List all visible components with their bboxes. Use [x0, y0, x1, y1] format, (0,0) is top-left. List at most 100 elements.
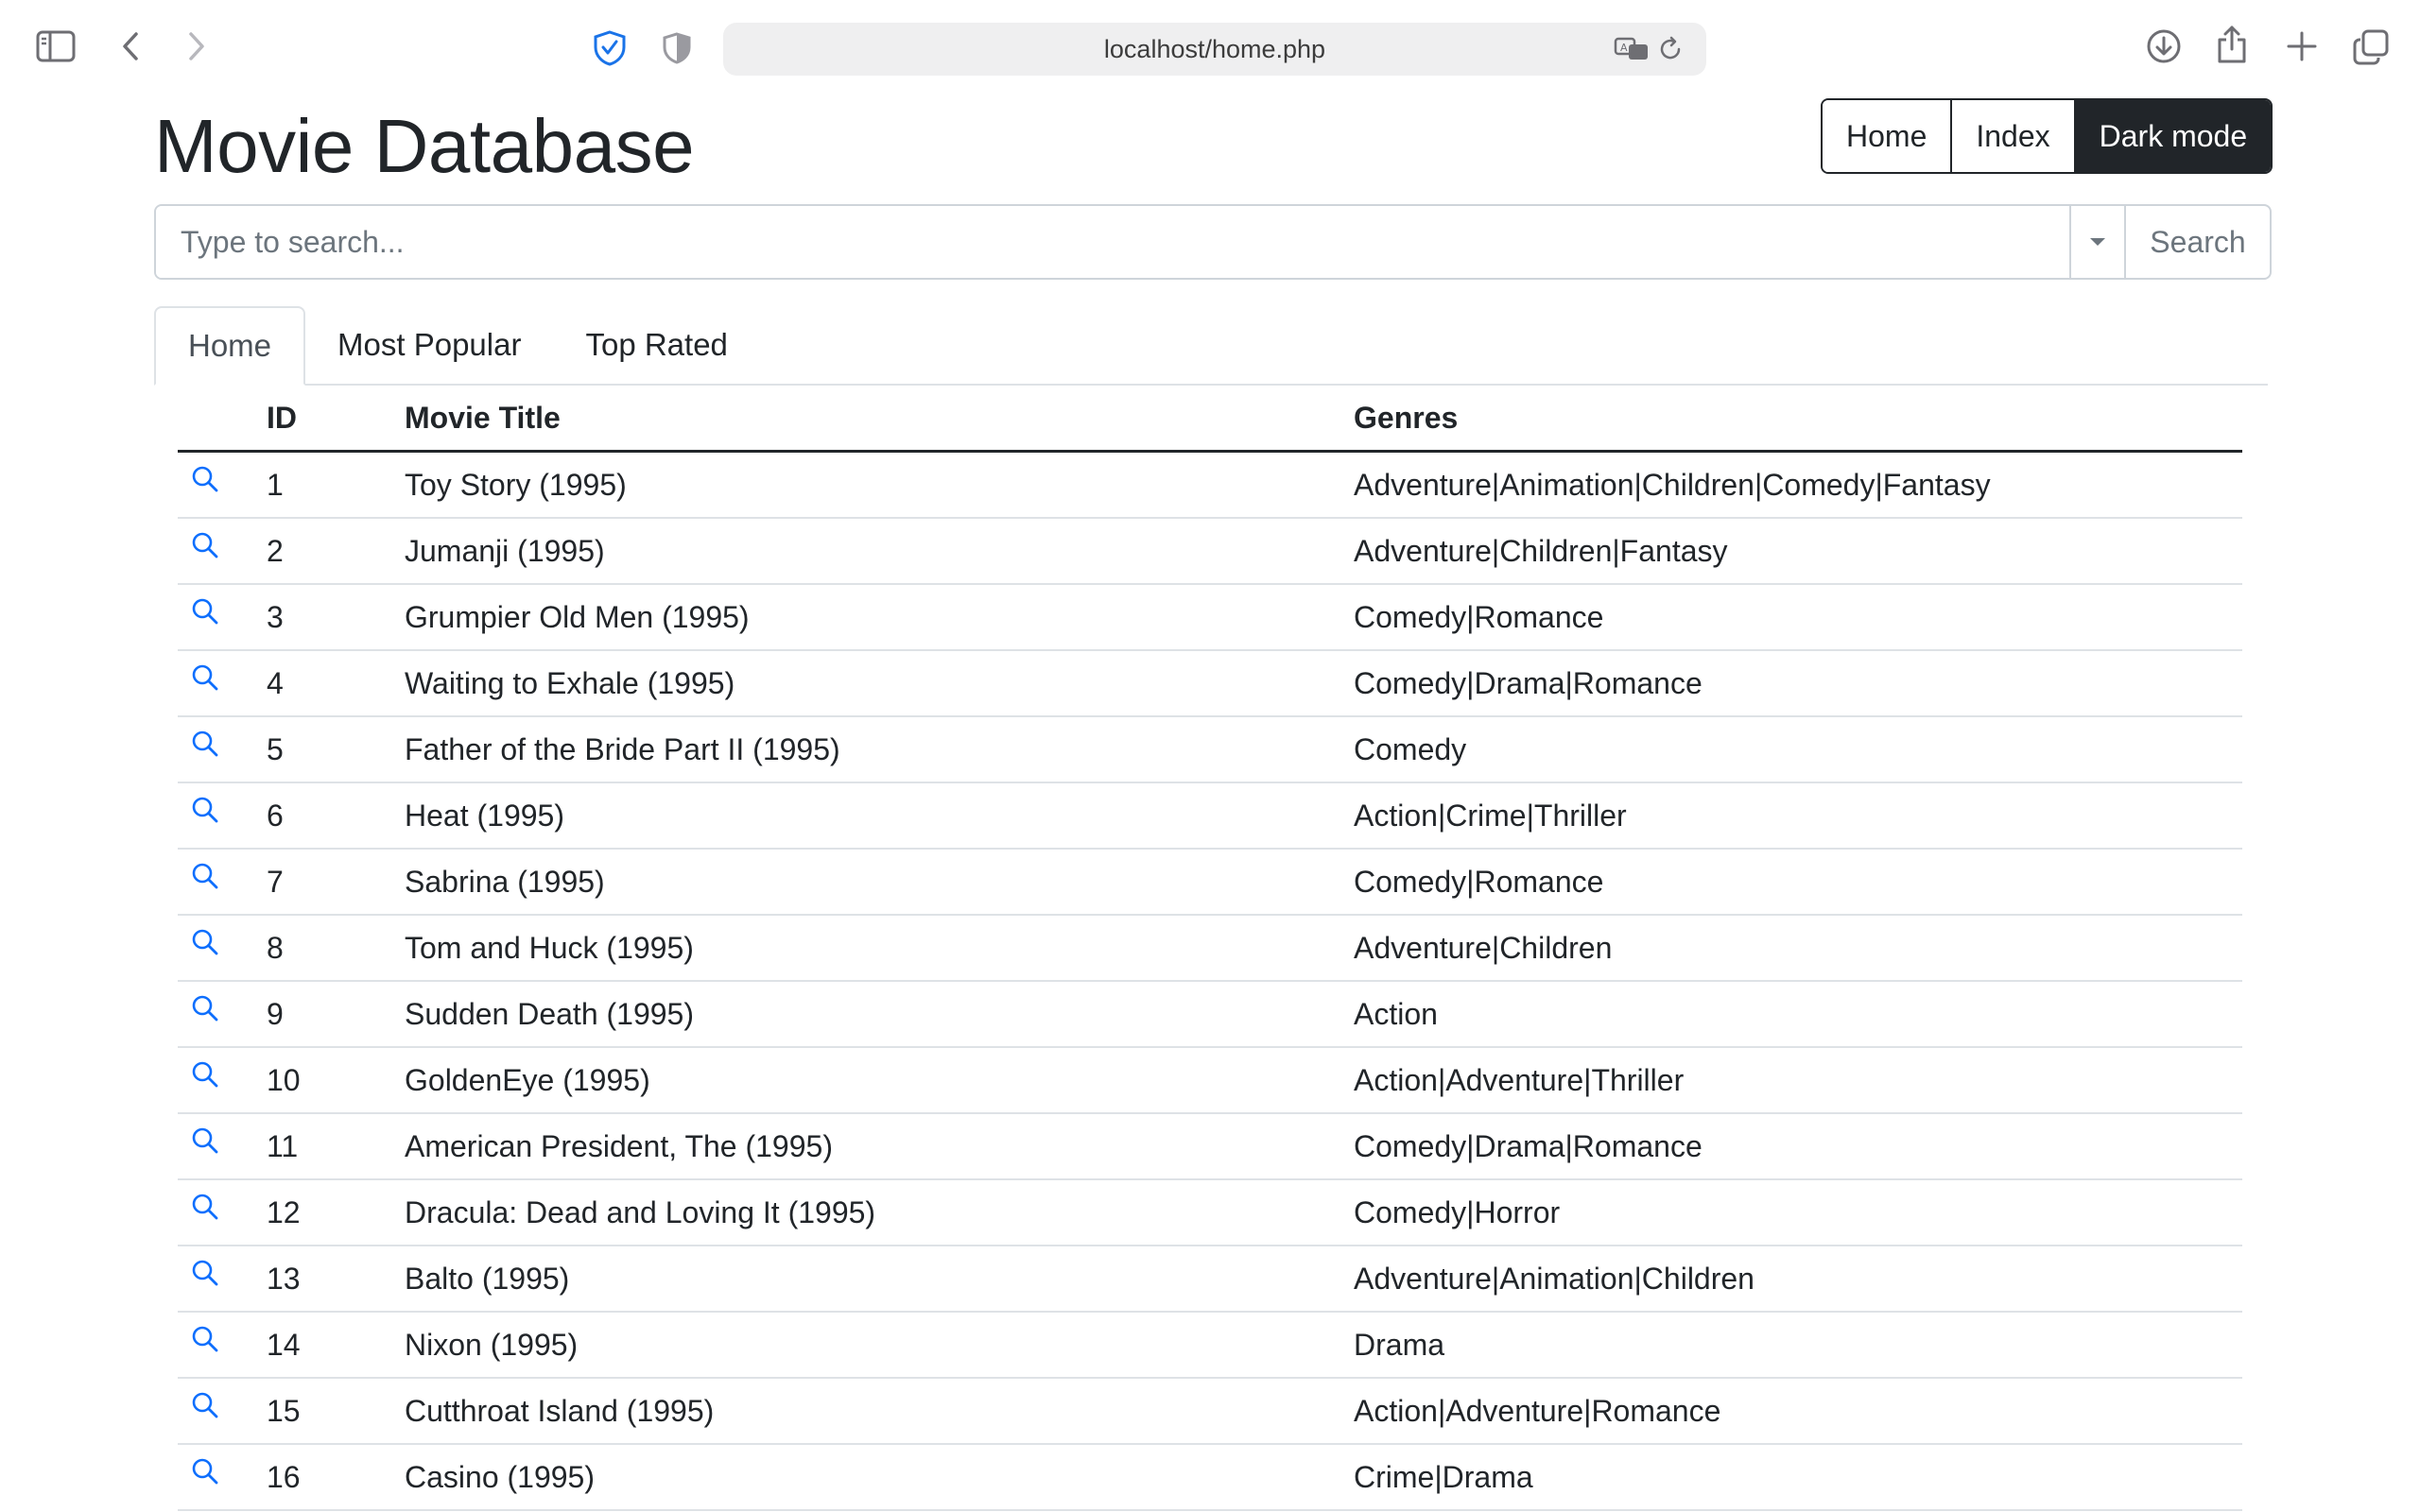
search-icon[interactable] — [191, 1457, 219, 1493]
dark-mode-button[interactable]: Dark mode — [2075, 100, 2272, 172]
table-row: 15 Cutthroat Island (1995) Action|Adventur… — [178, 1378, 2242, 1445]
movie-genres: Adventure|Children — [1354, 915, 2242, 982]
search-icon[interactable] — [191, 796, 219, 832]
row-details-cell — [178, 1444, 267, 1511]
table-row: 7 Sabrina (1995) Comedy|Romance — [178, 849, 2242, 916]
shield-half-icon[interactable] — [662, 32, 692, 64]
search-icon[interactable] — [191, 465, 219, 501]
share-icon[interactable] — [2216, 25, 2248, 64]
index-button[interactable]: Index — [1952, 100, 2076, 172]
search-icon[interactable] — [191, 994, 219, 1030]
table-row: 10 GoldenEye (1995) Action|Adventure|Thril… — [178, 1047, 2242, 1114]
search-bar: Search — [154, 204, 2272, 280]
search-icon[interactable] — [191, 597, 219, 633]
movie-id: 9 — [267, 981, 405, 1048]
table-row: 14 Nixon (1995) Drama — [178, 1312, 2242, 1379]
movie-title: Sudden Death (1995) — [405, 981, 1354, 1048]
movie-title: Waiting to Exhale (1995) — [405, 650, 1354, 717]
sidebar-toggle-icon[interactable] — [36, 30, 76, 62]
tab-overview-icon[interactable] — [2352, 28, 2390, 66]
search-icon[interactable] — [191, 1193, 219, 1228]
home-button[interactable]: Home — [1823, 100, 1953, 172]
caret-down-icon — [2090, 238, 2105, 246]
search-dropdown-toggle[interactable] — [2069, 206, 2124, 278]
movie-title: GoldenEye (1995) — [405, 1047, 1354, 1114]
movie-title: Sabrina (1995) — [405, 849, 1354, 916]
table-row: 2 Jumanji (1995) Adventure|Children|Fantas… — [178, 518, 2242, 585]
movie-id: 11 — [267, 1113, 405, 1180]
movie-title: Heat (1995) — [405, 782, 1354, 850]
table-row: 13 Balto (1995) Adventure|Animation|Childr… — [178, 1246, 2242, 1313]
movie-genres: Adventure|Animation|Children — [1354, 1246, 2242, 1313]
movie-genres: Crime|Drama — [1354, 1444, 2242, 1511]
privacy-shield-icon[interactable] — [593, 30, 627, 66]
url-text: localhost/home.php — [1103, 34, 1326, 63]
movie-genres: Action — [1354, 981, 2242, 1048]
browser-toolbar: localhost/home.php A — [0, 0, 2420, 94]
movie-title: Father of the Bride Part II (1995) — [405, 716, 1354, 783]
tab-home[interactable]: Home — [154, 306, 306, 386]
table-row: 5 Father of the Bride Part II (1995) Comed… — [178, 716, 2242, 783]
column-header-id: ID — [267, 386, 405, 453]
row-details-cell — [178, 782, 267, 850]
search-icon[interactable] — [191, 862, 219, 898]
movie-genres: Comedy|Romance — [1354, 584, 2242, 651]
movie-genres: Drama — [1354, 1312, 2242, 1379]
address-bar[interactable]: localhost/home.php A — [723, 23, 1706, 76]
row-details-cell — [178, 1312, 267, 1379]
row-details-cell — [178, 849, 267, 916]
row-details-cell — [178, 650, 267, 717]
row-details-cell — [178, 1246, 267, 1313]
movie-genres: Comedy|Drama|Romance — [1354, 650, 2242, 717]
movie-id: 12 — [267, 1179, 405, 1246]
movie-id: 5 — [267, 716, 405, 783]
column-header-title: Movie Title — [405, 386, 1354, 453]
reload-icon[interactable] — [1659, 36, 1684, 62]
table-row: 16 Casino (1995) Crime|Drama — [178, 1444, 2242, 1511]
movie-title: Dracula: Dead and Loving It (1995) — [405, 1179, 1354, 1246]
movie-title: Tom and Huck (1995) — [405, 915, 1354, 982]
table-row: 3 Grumpier Old Men (1995) Comedy|Romance — [178, 584, 2242, 651]
search-icon[interactable] — [191, 531, 219, 567]
movie-genres: Action|Adventure|Thriller — [1354, 1047, 2242, 1114]
translate-icon[interactable]: A — [1614, 36, 1650, 62]
movie-id: 15 — [267, 1378, 405, 1445]
back-icon[interactable] — [121, 31, 140, 61]
search-input[interactable] — [156, 206, 2069, 278]
movie-genres: Comedy — [1354, 716, 2242, 783]
row-details-cell — [178, 1113, 267, 1180]
search-icon[interactable] — [191, 1325, 219, 1361]
movie-title: American President, The (1995) — [405, 1113, 1354, 1180]
movie-id: 8 — [267, 915, 405, 982]
new-tab-icon[interactable] — [2286, 30, 2318, 62]
search-icon[interactable] — [191, 1391, 219, 1427]
page-title: Movie Database — [154, 104, 695, 188]
search-icon[interactable] — [191, 1060, 219, 1096]
table-row: 11 American President, The (1995) Comedy|D… — [178, 1113, 2242, 1180]
search-icon[interactable] — [191, 928, 219, 964]
forward-icon[interactable] — [187, 31, 206, 61]
movie-id: 3 — [267, 584, 405, 651]
movie-title: Casino (1995) — [405, 1444, 1354, 1511]
table-row: 6 Heat (1995) Action|Crime|Thriller — [178, 782, 2242, 850]
row-details-cell — [178, 981, 267, 1048]
nav-button-group: Home Index Dark mode — [1821, 98, 2273, 174]
row-details-cell — [178, 584, 267, 651]
movie-genres: Adventure|Children|Fantasy — [1354, 518, 2242, 585]
tab-top-rated[interactable]: Top Rated — [553, 306, 759, 384]
row-details-cell — [178, 1179, 267, 1246]
search-icon[interactable] — [191, 1126, 219, 1162]
column-header-genres: Genres — [1354, 386, 2242, 453]
tab-most-popular[interactable]: Most Popular — [305, 306, 553, 384]
search-icon[interactable] — [191, 730, 219, 765]
search-button[interactable]: Search — [2124, 206, 2270, 278]
movie-title: Jumanji (1995) — [405, 518, 1354, 585]
movie-title: Grumpier Old Men (1995) — [405, 584, 1354, 651]
movie-id: 1 — [267, 451, 405, 519]
search-icon[interactable] — [191, 1259, 219, 1295]
download-icon[interactable] — [2146, 28, 2182, 64]
table-row: 9 Sudden Death (1995) Action — [178, 981, 2242, 1048]
search-icon[interactable] — [191, 663, 219, 699]
movie-genres: Action|Adventure|Romance — [1354, 1378, 2242, 1445]
table-header-row: ID Movie Title Genres — [178, 386, 2242, 453]
